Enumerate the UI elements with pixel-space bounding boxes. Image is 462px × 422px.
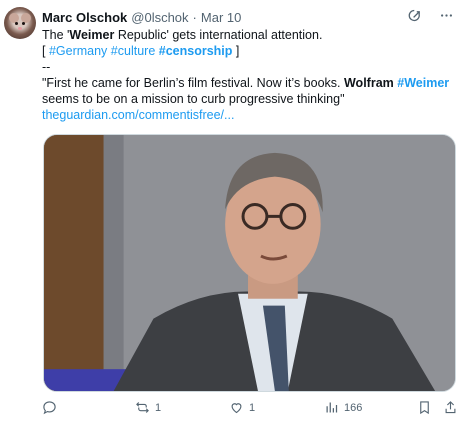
avatar-nose: [18, 27, 22, 30]
grok-icon[interactable]: [408, 8, 423, 23]
views-count: 166: [344, 401, 363, 414]
tweet[interactable]: Marc Olschok @0lschok · Mar 10 The 'Weim…: [0, 0, 462, 422]
author-name[interactable]: Marc Olschok: [42, 10, 127, 25]
bold-word: Wolfram: [343, 76, 394, 90]
hashtag-weimer[interactable]: #Weimer: [397, 76, 449, 90]
link-line: theguardian.com/commentisfree/...: [42, 107, 454, 123]
like-count: 1: [249, 401, 256, 414]
top-right-actions: [408, 8, 454, 23]
reply-icon: [42, 400, 57, 415]
author-handle[interactable]: @0lschok: [131, 10, 188, 25]
repost-icon: [135, 400, 150, 415]
hashtag-germany[interactable]: #Germany: [49, 44, 107, 58]
like-button[interactable]: 1: [229, 400, 255, 415]
bracket: ]: [232, 44, 240, 58]
text-line-2: [ #Germany #culture #censorship ]: [42, 43, 454, 59]
hashtag-censorship[interactable]: #censorship: [159, 44, 233, 58]
avatar[interactable]: [4, 7, 36, 39]
share-button[interactable]: [443, 400, 458, 415]
repost-button[interactable]: 1: [135, 400, 161, 415]
post-date[interactable]: Mar 10: [201, 10, 241, 25]
views-button[interactable]: 166: [324, 400, 362, 415]
repost-count: 1: [155, 401, 162, 414]
views-icon: [324, 400, 339, 415]
text-line-4: "First he came for Berlin’s film festiva…: [42, 75, 454, 91]
text-line-1: The 'Weimer Republic' gets international…: [42, 27, 454, 43]
reply-button[interactable]: [42, 400, 62, 415]
bracket: [: [42, 44, 49, 58]
text-fragment: "First he came for Berlin’s film festiva…: [42, 76, 344, 90]
text-line-5: seems to be on a mission to curb progres…: [42, 92, 345, 106]
action-bar: 1 1 166: [42, 400, 458, 418]
text-fragment: The ': [42, 28, 70, 42]
separator-dot: ·: [192, 9, 197, 25]
more-icon[interactable]: [439, 8, 454, 23]
heart-icon: [229, 400, 244, 415]
tweet-header: Marc Olschok @0lschok · Mar 10: [42, 8, 241, 26]
avatar-eye: [15, 22, 18, 25]
bookmark-button[interactable]: [417, 400, 432, 415]
hashtag-culture[interactable]: #culture: [111, 44, 155, 58]
bold-word: Weimer: [69, 28, 115, 42]
text-fragment: Republic' gets international attention.: [114, 28, 323, 42]
avatar-eye: [22, 22, 25, 25]
text-line-3: --: [42, 60, 51, 74]
post-image[interactable]: [43, 134, 456, 392]
article-link[interactable]: theguardian.com/commentisfree/...: [42, 108, 234, 122]
tweet-text: The 'Weimer Republic' gets international…: [42, 27, 454, 123]
share-icon: [443, 400, 458, 415]
bookmark-icon: [417, 400, 432, 415]
